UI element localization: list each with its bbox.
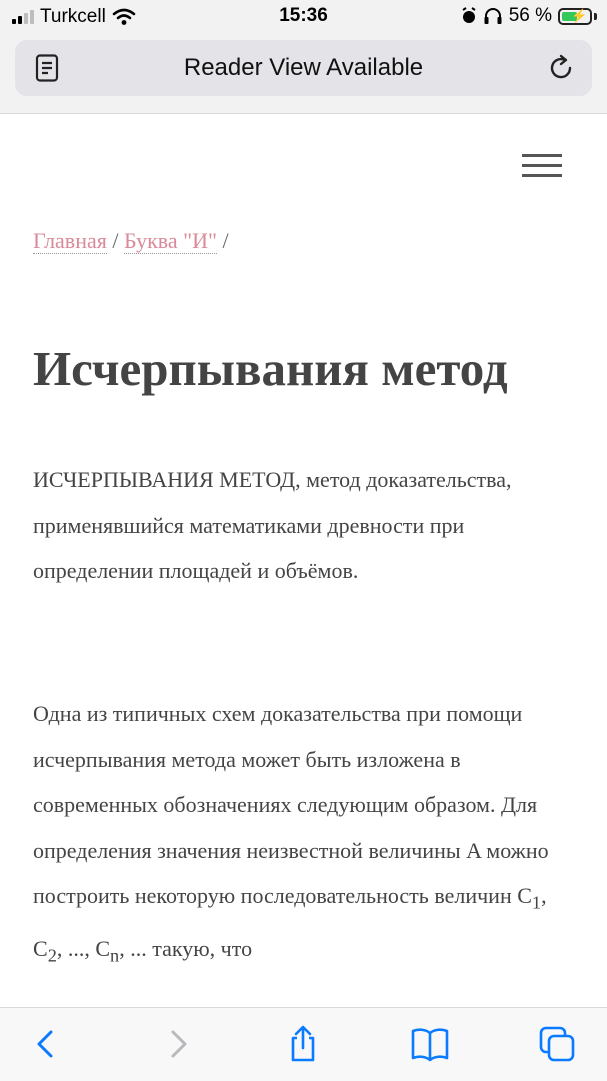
- breadcrumb-letter-link[interactable]: Буква "И": [123, 228, 217, 254]
- reader-view-label[interactable]: Reader View Available: [15, 54, 592, 82]
- chevron-right-icon[interactable]: [157, 1024, 197, 1064]
- book-icon[interactable]: [410, 1024, 450, 1064]
- breadcrumb-separator: /: [216, 228, 229, 253]
- variable-c1: C: [517, 883, 532, 908]
- browser-chrome-top: Turkcell 15:36 56 % ⚡ Reader View Availa…: [0, 0, 607, 114]
- variable-c2: C: [33, 935, 48, 961]
- battery-percent: 56 %: [508, 5, 552, 26]
- browser-toolbar: [0, 1007, 607, 1081]
- share-icon[interactable]: [283, 1024, 323, 1064]
- article-paragraph-2: Одна из типичных схем доказательства при…: [33, 691, 578, 979]
- headphones-icon: [484, 8, 502, 24]
- status-bar: Turkcell 15:36 56 % ⚡: [0, 0, 607, 34]
- subscript-n: n: [110, 945, 120, 966]
- reload-icon[interactable]: [548, 54, 576, 82]
- subscript-2: 2: [47, 945, 57, 966]
- page-content: Главная / Буква "И" / Исчерпывания метод…: [0, 114, 607, 1007]
- paragraph-2-text: Одна из типичных схем доказательства при…: [33, 701, 549, 908]
- subscript-1: 1: [531, 892, 542, 913]
- comma: ,: [541, 883, 547, 908]
- address-bar[interactable]: Reader View Available: [15, 40, 592, 96]
- breadcrumb-separator: /: [106, 228, 124, 253]
- page-title: Исчерпывания метод: [33, 341, 508, 396]
- hamburger-menu-icon[interactable]: [522, 154, 562, 178]
- article-paragraph-1: ИСЧЕРПЫВАНИЯ МЕТОД, метод доказательства…: [33, 467, 512, 583]
- breadcrumb-home-link[interactable]: Главная: [33, 228, 107, 254]
- tabs-icon[interactable]: [537, 1024, 577, 1064]
- battery-cap: [594, 12, 597, 20]
- paragraph-2-tail: , ... такую, что: [119, 935, 253, 961]
- breadcrumb: Главная / Буква "И" /: [33, 228, 229, 254]
- battery-charging-icon: ⚡: [558, 7, 592, 25]
- chevron-left-icon[interactable]: [27, 1024, 67, 1064]
- status-right: 56 % ⚡: [461, 5, 597, 27]
- variable-cn: C: [95, 935, 111, 961]
- alarm-icon: [462, 7, 476, 23]
- ellipsis: , ...,: [56, 935, 96, 961]
